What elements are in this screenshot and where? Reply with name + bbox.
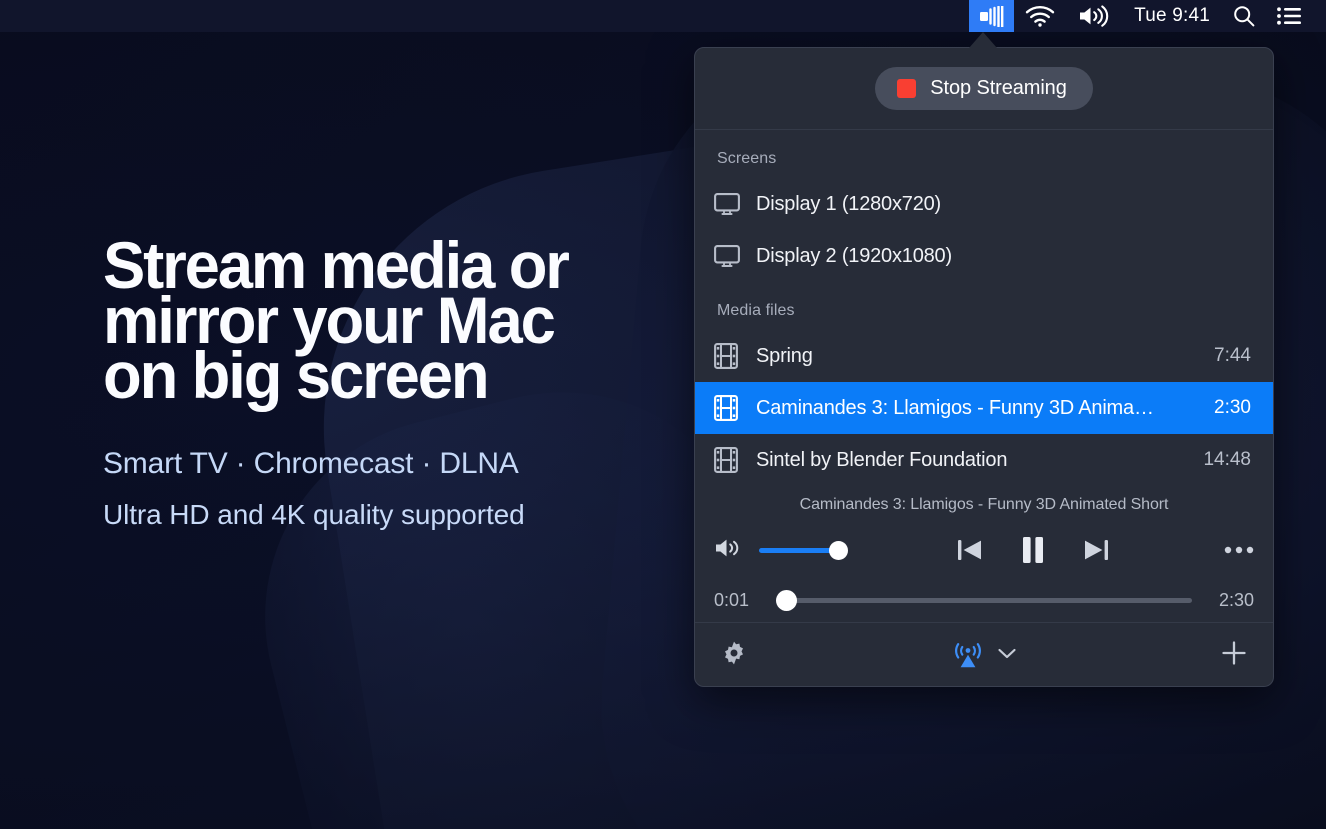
playback-buttons [851, 535, 1214, 565]
player-controls: Caminandes 3: Llamigos - Funny 3D Animat… [695, 486, 1273, 622]
panel-footer [695, 622, 1273, 687]
menubar-clock[interactable]: Tue 9:41 [1120, 5, 1222, 27]
app-background: Stream media or mirror your Mac on big s… [0, 0, 1326, 829]
panel-header: Stop Streaming [695, 48, 1273, 130]
search-icon [1233, 5, 1255, 27]
media-duration: 7:44 [1214, 345, 1251, 367]
popover-pointer [969, 32, 997, 48]
pause-icon [1020, 535, 1046, 565]
wifi-icon [1025, 5, 1055, 27]
player-volume-icon[interactable] [714, 537, 748, 564]
hero-subtitle-quality: Ultra HD and 4K quality supported [103, 499, 587, 531]
menubar-streaming-app-icon[interactable] [969, 0, 1014, 32]
more-options-icon [1224, 546, 1254, 554]
hero-section: Stream media or mirror your Mac on big s… [103, 238, 587, 531]
menubar-wifi-icon[interactable] [1014, 0, 1066, 32]
screen-row-display-2[interactable]: Display 2 (1920x1080) [695, 230, 1273, 282]
next-track-button[interactable] [1082, 537, 1110, 563]
display-icon [714, 245, 746, 268]
screen-row-display-1[interactable]: Display 1 (1280x720) [695, 178, 1273, 230]
media-duration: 2:30 [1214, 397, 1251, 419]
airplay-target-selector[interactable] [747, 637, 1221, 674]
add-media-button[interactable] [1221, 640, 1247, 671]
screens-section: Screens Display 1 (1280x720) [695, 130, 1273, 282]
elapsed-time: 0:01 [714, 590, 762, 611]
chevron-down-icon[interactable] [997, 647, 1017, 665]
media-row-sintel[interactable]: Sintel by Blender Foundation 14:48 [695, 434, 1273, 486]
media-title: Caminandes 3: Llamigos - Funny 3D Anima… [756, 397, 1214, 420]
screen-label: Display 2 (1920x1080) [756, 245, 1251, 268]
more-options-button[interactable] [1214, 546, 1254, 554]
page-title: Stream media or mirror your Mac on big s… [103, 238, 568, 403]
progress-row: 0:01 2:30 [714, 578, 1254, 622]
menubar-volume-icon[interactable] [1066, 0, 1120, 32]
menubar-list-icon[interactable] [1266, 0, 1312, 32]
media-duration: 14:48 [1203, 449, 1251, 471]
next-track-icon [1082, 537, 1110, 563]
stop-streaming-label: Stop Streaming [930, 77, 1066, 100]
streaming-popover-panel: Stop Streaming Screens Display 1 (1280x7… [694, 47, 1274, 687]
stop-streaming-button[interactable]: Stop Streaming [875, 67, 1092, 110]
menubar: Tue 9:41 [0, 0, 1326, 32]
progress-knob[interactable] [776, 590, 797, 611]
screens-section-header: Screens [695, 130, 1273, 178]
film-icon [714, 447, 746, 473]
volume-icon [1077, 5, 1109, 27]
progress-track [776, 598, 1192, 603]
media-row-caminandes[interactable]: Caminandes 3: Llamigos - Funny 3D Anima…… [695, 382, 1273, 434]
plus-icon [1221, 640, 1247, 666]
media-files-section: Media files Spring 7:44 [695, 282, 1273, 486]
media-title: Sintel by Blender Foundation [756, 449, 1203, 472]
list-icon [1277, 7, 1301, 25]
now-playing-title: Caminandes 3: Llamigos - Funny 3D Animat… [714, 486, 1254, 522]
gear-icon [721, 640, 747, 666]
play-pause-button[interactable] [1020, 535, 1046, 565]
total-time: 2:30 [1206, 590, 1254, 611]
media-files-section-header: Media files [695, 282, 1273, 330]
stop-indicator-icon [897, 79, 916, 98]
screen-label: Display 1 (1280x720) [756, 193, 1251, 216]
cast-icon [979, 6, 1004, 27]
settings-button[interactable] [721, 640, 747, 671]
display-icon [714, 193, 746, 216]
media-title: Spring [756, 345, 1214, 368]
volume-fill [759, 548, 839, 553]
film-icon [714, 395, 746, 421]
film-icon [714, 343, 746, 369]
previous-track-icon [956, 537, 984, 563]
previous-track-button[interactable] [956, 537, 984, 563]
hero-subtitle-protocols: Smart TV · Chromecast · DLNA [103, 447, 587, 481]
airplay-icon [951, 637, 985, 674]
transport-row [714, 522, 1254, 578]
menubar-search-icon[interactable] [1222, 0, 1266, 32]
volume-knob[interactable] [829, 541, 848, 560]
progress-slider[interactable] [776, 590, 1192, 610]
media-row-spring[interactable]: Spring 7:44 [695, 330, 1273, 382]
volume-slider[interactable] [759, 540, 851, 560]
